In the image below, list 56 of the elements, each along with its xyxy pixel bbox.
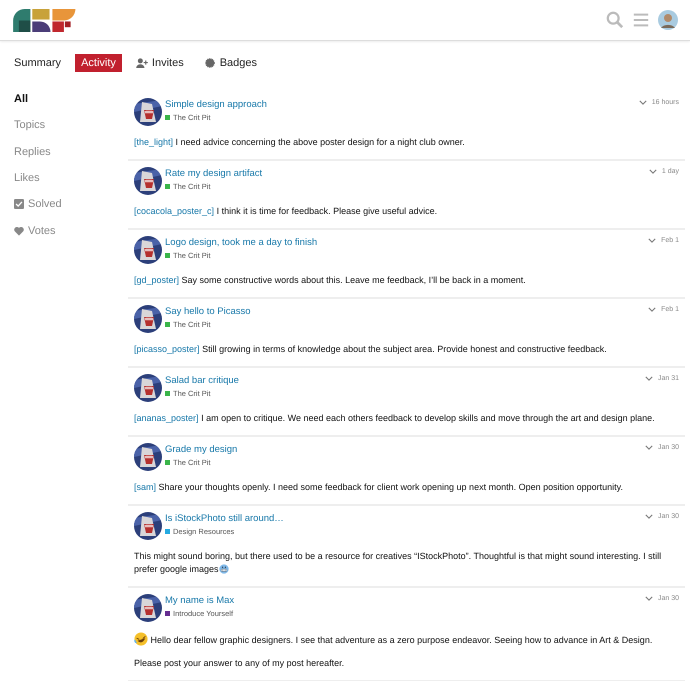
chevron-down-icon[interactable]: [644, 445, 653, 450]
topic-title-link[interactable]: Say hello to Picasso: [165, 306, 648, 317]
chevron-down-icon[interactable]: [648, 169, 657, 174]
avatar[interactable]: [134, 374, 162, 402]
post-excerpt: Hello dear fellow graphic designers. I see that adventure as a zero purpose endeavor. Seeing how to advance in Art & Design.: [134, 632, 679, 647]
post-excerpt: [the_light] I need advice concerning the above poster design for a night club owner.: [134, 136, 466, 149]
username-link[interactable]: [gd_poster]: [134, 275, 180, 285]
sidebar-item[interactable]: Solved: [14, 191, 128, 218]
avatar[interactable]: [134, 512, 162, 540]
topic-title-link[interactable]: Logo design, took me a day to finish: [165, 237, 648, 248]
post-excerpt: [sam] Share your thoughts openly. I need some feedback for client work opening up next month. Open position opportunity.: [134, 481, 624, 494]
sidebar-item[interactable]: All: [14, 86, 128, 112]
topic-title-link[interactable]: Grade my design: [165, 444, 645, 455]
avatar[interactable]: [134, 98, 162, 126]
user-avatar[interactable]: [658, 10, 678, 30]
post-excerpt: Please post your answer to any of my post hereafter.: [134, 657, 346, 670]
sidebar-item[interactable]: Topics: [14, 112, 128, 139]
post-excerpt: [cocacola_poster_c] I think it is time for feedback. Please give useful advice.: [134, 205, 438, 218]
username-link[interactable]: [the_light]: [134, 137, 174, 147]
chevron-down-icon[interactable]: [648, 238, 656, 243]
tab[interactable]: Badges: [198, 54, 264, 72]
topic-title-link[interactable]: Salad bar critique: [165, 375, 645, 386]
chevron-down-icon[interactable]: [644, 514, 653, 519]
sidebar-item[interactable]: Likes: [14, 164, 128, 192]
username-link[interactable]: [ananas_poster]: [134, 413, 199, 423]
chevron-down-icon[interactable]: [638, 100, 647, 105]
avatar[interactable]: [134, 443, 162, 471]
badge-icon: [204, 58, 216, 68]
post-excerpt: [ananas_poster] I am open to critique. We need each others feedback to develop skills and move through the art and design plane.: [134, 412, 656, 425]
username-link[interactable]: [cocacola_poster_c]: [134, 206, 214, 216]
chevron-down-icon[interactable]: [644, 376, 653, 381]
post-excerpt: [gd_poster] Say some constructive words about this. Leave me feedback, I’ll be back in a moment.: [134, 274, 527, 287]
post-excerpt: [picasso_poster] Still growing in terms of knowledge about the subject area. Provide honest and constructive feedback.: [134, 343, 608, 356]
grimace-emoji-icon: [218, 564, 229, 574]
checkbox-icon: [14, 199, 24, 210]
avatar[interactable]: [134, 305, 162, 333]
chevron-down-icon[interactable]: [644, 596, 653, 601]
laughing-emoji-icon: [134, 632, 148, 646]
chevron-down-icon[interactable]: [648, 307, 656, 312]
user-plus-icon: [136, 58, 148, 68]
tab[interactable]: Invites: [130, 54, 190, 72]
sidebar-item[interactable]: Replies: [14, 138, 128, 165]
username-link[interactable]: [picasso_poster]: [134, 344, 200, 354]
topic-title-link[interactable]: Simple design approach: [165, 99, 639, 110]
topic-title-link[interactable]: Is iStockPhoto still around…: [165, 513, 645, 524]
avatar[interactable]: [134, 236, 162, 264]
avatar[interactable]: [134, 167, 162, 195]
username-link[interactable]: [sam]: [134, 482, 156, 492]
topic-title-link[interactable]: My name is Max: [165, 595, 645, 606]
tab[interactable]: Activity: [75, 54, 122, 72]
post-excerpt: This might sound boring, but there used to be a resource for creatives “IStockPhoto”. Thoughtful is that might sound interesting. I still prefer google images: [134, 550, 662, 576]
sidebar-item[interactable]: Votes: [14, 217, 128, 244]
avatar[interactable]: [134, 594, 162, 622]
topic-title-link[interactable]: Rate my design artifact: [165, 168, 649, 179]
heart-icon: [14, 226, 24, 236]
tab[interactable]: Summary: [8, 54, 68, 72]
